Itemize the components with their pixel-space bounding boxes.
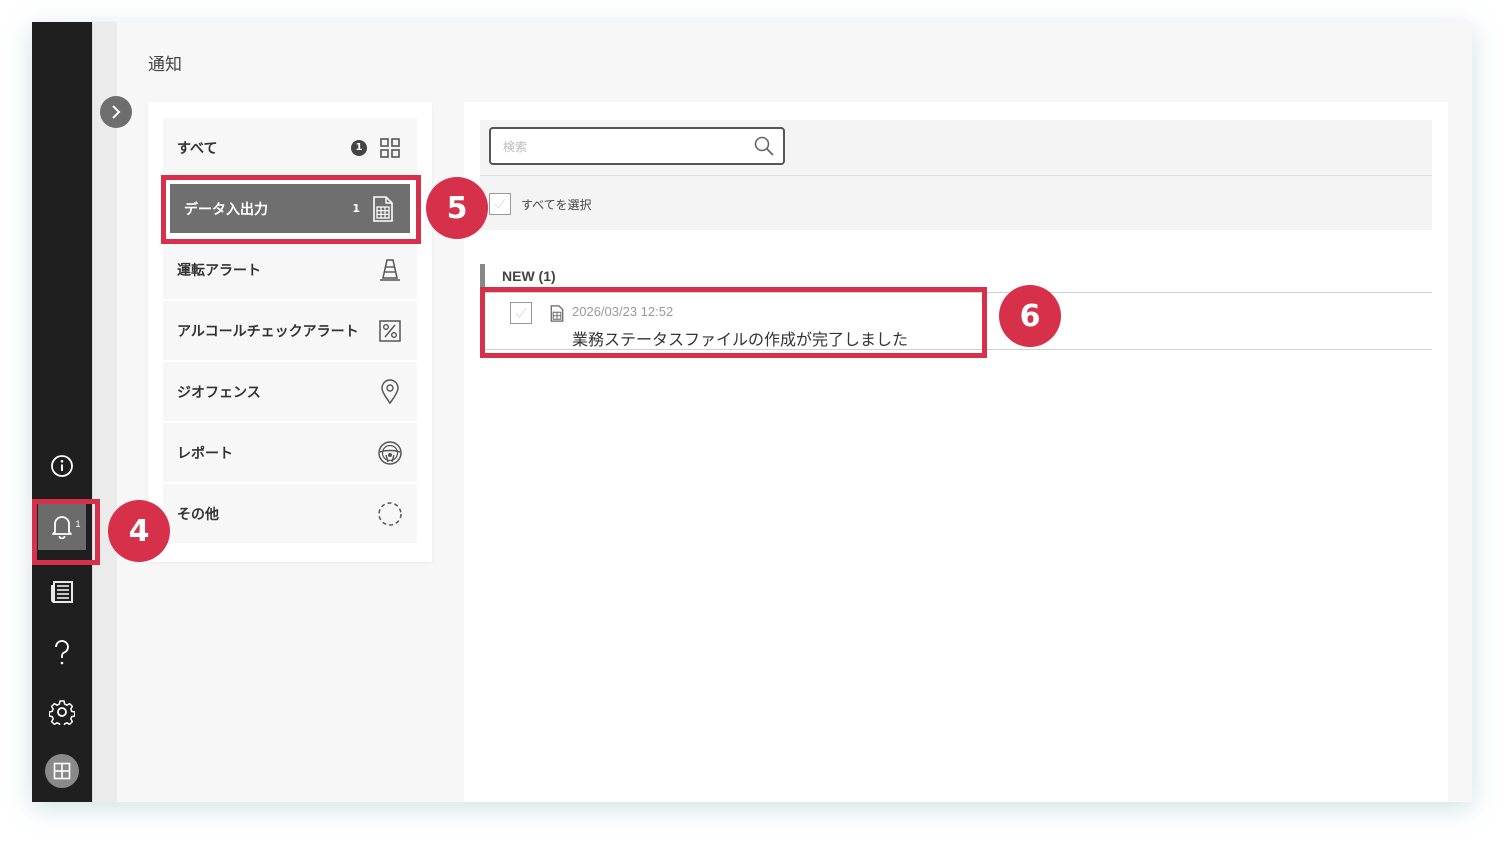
highlight-notification	[480, 287, 987, 358]
toolbar-divider	[480, 175, 1432, 176]
gear-icon[interactable]	[48, 698, 76, 726]
search-icon[interactable]	[753, 135, 775, 161]
chevron-right-icon	[112, 105, 121, 119]
location-pin-icon	[377, 378, 403, 405]
dashed-circle-icon	[377, 501, 403, 527]
category-label: すべて	[177, 140, 218, 157]
category-label: その他	[177, 506, 219, 523]
step-marker-4: 4	[108, 500, 170, 562]
app-window: 1 通知 すべて 1 データ入出力 1 運転アラート アルコールチェックアラート…	[32, 22, 1472, 802]
search-input[interactable]	[501, 136, 745, 158]
step-marker-6: 6	[999, 285, 1061, 347]
category-label: ジオフェンス	[177, 384, 261, 401]
category-label: 運転アラート	[177, 262, 261, 279]
check-icon	[494, 198, 506, 210]
category-geofence[interactable]: ジオフェンス	[163, 362, 417, 422]
list-toolbar: すべてを選択	[480, 120, 1432, 230]
category-alcohol-alert[interactable]: アルコールチェックアラート	[163, 301, 417, 361]
highlight-data-io	[161, 175, 421, 244]
category-driving-alert[interactable]: 運転アラート	[163, 240, 417, 300]
grid-icon	[377, 135, 403, 161]
steering-wheel-icon	[377, 440, 403, 466]
traffic-cone-icon	[377, 257, 403, 283]
category-report[interactable]: レポート	[163, 423, 417, 483]
page-title: 通知	[148, 55, 182, 75]
sidebar-rail: 1	[32, 22, 92, 802]
notification-list-panel: すべてを選択 NEW (1) 2026/03/23 12:52 業務ステータスフ…	[464, 102, 1448, 802]
avatar-icon	[53, 762, 71, 780]
highlight-notifications	[32, 499, 100, 565]
help-icon[interactable]	[48, 638, 76, 666]
category-all[interactable]: すべて 1	[163, 118, 417, 178]
category-other[interactable]: その他	[163, 484, 417, 544]
avatar[interactable]	[45, 754, 79, 788]
category-panel: すべて 1 データ入出力 1 運転アラート アルコールチェックアラート ジオフェ…	[148, 102, 432, 562]
category-label: アルコールチェックアラート	[177, 323, 359, 340]
select-all-checkbox[interactable]	[489, 193, 511, 215]
percent-icon	[377, 318, 403, 344]
info-icon[interactable]	[48, 452, 76, 480]
category-label: レポート	[177, 445, 233, 462]
category-count: 1	[351, 139, 367, 156]
newspaper-icon[interactable]	[48, 578, 76, 606]
section-title: NEW (1)	[502, 268, 556, 284]
select-all-label: すべてを選択	[521, 198, 592, 212]
step-marker-5: 5	[426, 177, 488, 239]
collapse-toggle-button[interactable]	[100, 96, 132, 128]
collapse-strip	[92, 22, 117, 802]
search-box	[489, 127, 785, 165]
